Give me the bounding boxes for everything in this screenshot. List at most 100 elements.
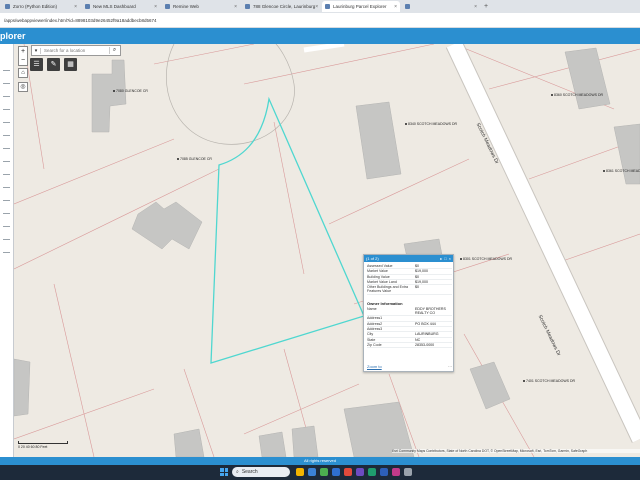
field-label: Market Value (367, 269, 388, 274)
draw-button[interactable]: ✎ (47, 58, 60, 71)
settings-icon[interactable] (404, 468, 412, 476)
word-icon[interactable] (380, 468, 388, 476)
map-view[interactable]: 7080 GLENCOE CR 7085 GLENCOE CR 8340 SCOTC… (14, 44, 640, 457)
windows-start-icon[interactable] (220, 468, 228, 476)
field-value: $0 (415, 274, 419, 279)
field-value: 28353-0000 (415, 342, 435, 347)
zoom-in-button[interactable]: + (19, 47, 27, 56)
app-title: plorer (0, 31, 26, 41)
field-label: State (367, 337, 376, 342)
popup-title: (1 of 2) (366, 256, 379, 261)
panel-tick (3, 122, 10, 123)
search-source-menu[interactable]: ▾ (32, 47, 41, 54)
home-button[interactable]: ⌂ (18, 68, 28, 78)
browser-tab[interactable]: Remine Web × (162, 1, 240, 12)
layer-list-button[interactable]: ☰ (30, 58, 43, 71)
address-label: 8301 SCOTCH MEADOWS DR (463, 257, 513, 261)
field-label: Zip Code (367, 342, 382, 347)
dropdown-icon: ▾ (34, 47, 38, 54)
field-value: $19,000 (415, 269, 428, 274)
panel-tick (3, 83, 10, 84)
popup-next-icon[interactable]: ▸ (440, 256, 442, 261)
property-value-list: Assessed Value $0 Market Value $19,000 Build… (367, 264, 452, 295)
browser-tab[interactable]: Laurinburg Parcel Explorer × (322, 1, 400, 12)
tab-close-icon[interactable]: × (474, 4, 477, 10)
parcel-popup: (1 of 2) ▸ □ × Assessed Value $0 Market Va… (363, 254, 454, 372)
browser-tab[interactable]: New MLS Dashboard × (82, 1, 160, 12)
browser-tab[interactable]: × (402, 1, 480, 12)
tab-favicon-icon (405, 4, 410, 9)
excel-icon[interactable] (368, 468, 376, 476)
field-value: $0 (415, 285, 419, 290)
field-label: Other Buildings and Extra Features Value (367, 285, 408, 294)
panel-tick (3, 239, 10, 240)
selected-parcel-outline[interactable] (210, 96, 365, 364)
address-label: 8340 SCOTCH MEADOWS DR (408, 122, 458, 126)
tab-close-icon[interactable]: × (74, 4, 77, 10)
panel-tick (3, 200, 10, 201)
scale-bar-label: 0 20 40 60 80 Feet (18, 445, 48, 449)
zoom-out-button[interactable]: − (19, 56, 27, 65)
popup-more-icon[interactable]: ··· (448, 364, 452, 369)
file-explorer-icon[interactable] (296, 468, 304, 476)
tab-close-icon[interactable]: × (154, 4, 157, 10)
tab-close-icon[interactable]: × (394, 4, 397, 10)
office-icon[interactable] (344, 468, 352, 476)
panel-tick (3, 70, 10, 71)
field-value (415, 327, 452, 331)
panel-tick (3, 148, 10, 149)
popup-body: Assessed Value $0 Market Value $19,000 Build… (367, 264, 452, 362)
location-search: ▾ ⌕ (31, 45, 121, 56)
popup-field-row: Zip Code 28353-0000 (367, 342, 452, 349)
address-label: 7085 GLENCOE CR (180, 157, 212, 161)
grid-icon: ▦ (67, 61, 74, 68)
teams-icon[interactable] (356, 468, 364, 476)
browser-icon[interactable] (308, 468, 316, 476)
panel-tick (3, 109, 10, 110)
left-panel-strip (0, 44, 14, 457)
tab-close-icon[interactable]: × (234, 4, 237, 10)
app-footer: All rights reserved (0, 457, 640, 465)
app-icon[interactable] (392, 468, 400, 476)
search-input[interactable] (41, 48, 109, 53)
popup-maximize-icon[interactable]: □ (444, 256, 446, 261)
zoom-to-link[interactable]: Zoom to (367, 364, 382, 369)
browser-tab[interactable]: Zorro (Python Edition) × (2, 1, 80, 12)
taskbar-search[interactable]: ⌕ Search (232, 467, 290, 477)
owner-heading: Owner Information (367, 300, 403, 306)
field-value: EDDY BROTHERS REALTY CO (415, 306, 446, 316)
field-label: Assessed Value (367, 264, 393, 268)
basemap-gallery-button[interactable]: ▦ (64, 58, 77, 71)
field-label: Address1 (367, 316, 383, 321)
tab-favicon-icon (5, 4, 10, 9)
road-stub (303, 44, 345, 53)
address-bar[interactable]: /apps/webappviewer/index.html?id=8898103… (0, 13, 640, 28)
browser-tab-bar: Zorro (Python Edition) × New MLS Dashboard… (0, 0, 640, 13)
tab-favicon-icon (165, 4, 170, 9)
tab-label: Remine Web (173, 4, 199, 9)
tab-close-icon[interactable]: × (315, 4, 318, 10)
search-button[interactable]: ⌕ (109, 47, 119, 54)
address-label: 8361 SCOTCH MEADOWS DR (606, 169, 640, 173)
tab-label: Zorro (Python Edition) (13, 4, 58, 9)
popup-field-row: Other Buildings and Extra Features Value… (367, 285, 452, 295)
tab-label: 788 Glencoe Circle, Laurinburg (253, 4, 316, 9)
search-icon: ⌕ (236, 469, 239, 475)
new-tab-button[interactable]: + (484, 3, 488, 10)
owner-info-list: Name EDDY BROTHERS REALTY CO Address1 Addre… (367, 306, 452, 349)
my-location-button[interactable]: ◎ (18, 82, 28, 92)
field-value: PO BOX 444 (415, 321, 436, 326)
panel-tick (3, 161, 10, 162)
panel-tick (3, 226, 10, 227)
map-attribution: Esri Community Maps Contributors, State … (392, 449, 640, 453)
popup-close-icon[interactable]: × (449, 256, 451, 261)
panel-tick (3, 187, 10, 188)
address-url: /apps/webappviewer/index.html?id=8898103… (4, 17, 157, 23)
pencil-icon: ✎ (50, 61, 57, 68)
chrome-icon[interactable] (320, 468, 328, 476)
browser-tab[interactable]: 788 Glencoe Circle, Laurinburg × (242, 1, 320, 12)
tab-favicon-icon (245, 4, 250, 9)
tab-favicon-icon (325, 4, 330, 9)
mail-icon[interactable] (332, 468, 340, 476)
address-label: 8360 SCOTCH MEADOWS DR (554, 93, 604, 97)
